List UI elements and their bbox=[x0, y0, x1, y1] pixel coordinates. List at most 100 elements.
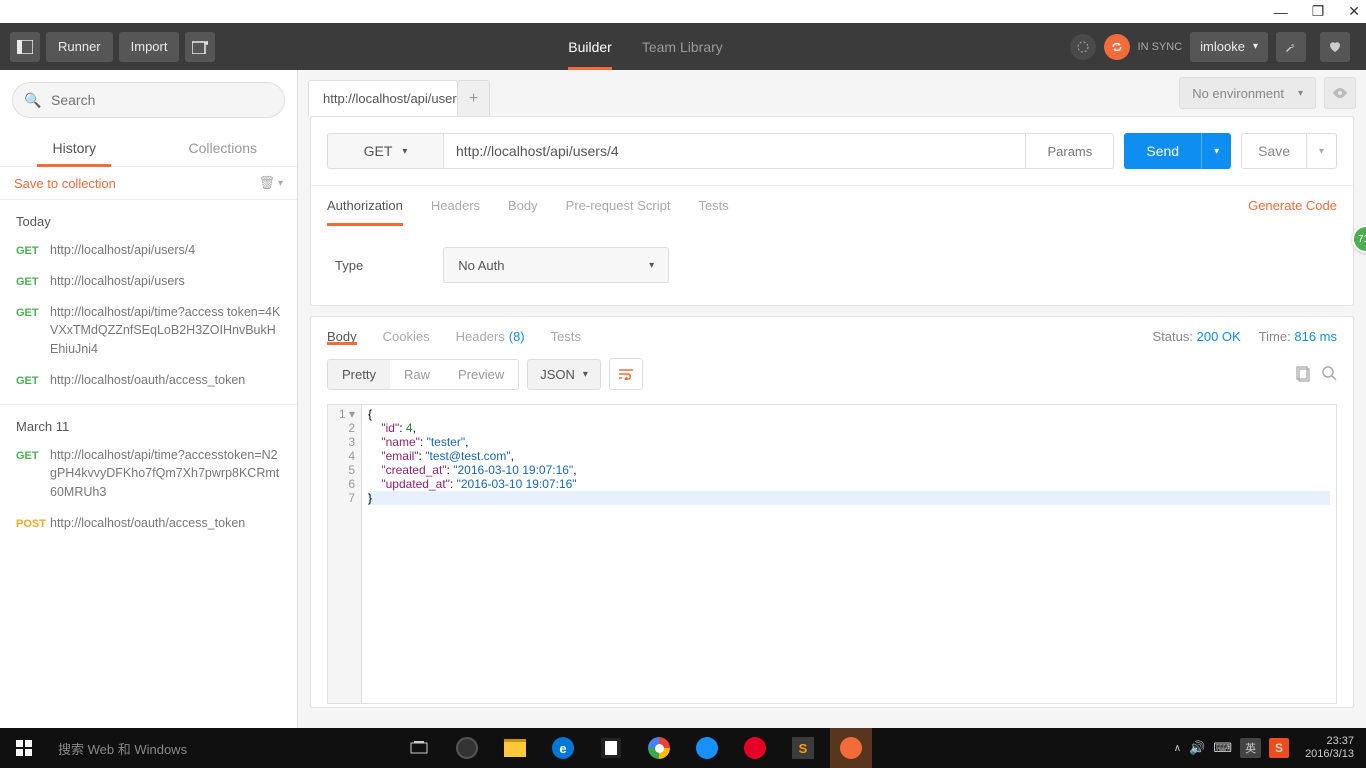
eye-icon bbox=[1332, 87, 1348, 99]
subtab-body[interactable]: Body bbox=[508, 186, 538, 225]
tray-show-hidden[interactable]: ∧ bbox=[1174, 743, 1181, 754]
search-response-button[interactable] bbox=[1322, 366, 1337, 382]
save-button[interactable]: Save bbox=[1241, 133, 1307, 169]
history-item[interactable]: GEThttp://localhost/api/users bbox=[0, 266, 297, 297]
subtab-prerequest[interactable]: Pre-request Script bbox=[566, 186, 671, 225]
auth-type-label: Type bbox=[335, 258, 363, 273]
params-button[interactable]: Params bbox=[1026, 133, 1114, 169]
task-view-button[interactable] bbox=[398, 728, 440, 768]
minimize-button[interactable]: — bbox=[1274, 4, 1288, 20]
save-dropdown[interactable]: ▾ bbox=[1307, 133, 1337, 169]
history-item[interactable]: GEThttp://localhost/api/time?accesstoken… bbox=[0, 440, 297, 508]
send-dropdown[interactable]: ▾ bbox=[1201, 133, 1231, 169]
generate-code-link[interactable]: Generate Code bbox=[1248, 198, 1337, 213]
new-window-button[interactable] bbox=[185, 32, 215, 62]
interceptor-icon[interactable] bbox=[1070, 34, 1096, 60]
subtab-authorization[interactable]: Authorization bbox=[327, 186, 403, 225]
clear-history[interactable]: 🗑▾ bbox=[258, 175, 283, 191]
taskview-icon bbox=[410, 741, 428, 755]
headers-count: (8) bbox=[509, 329, 525, 344]
taskbar-app[interactable] bbox=[734, 728, 776, 768]
line-gutter: 1 ▾234567 bbox=[328, 405, 362, 703]
sogou-ime-icon[interactable]: S bbox=[1269, 738, 1289, 758]
chevron-down-icon: ▾ bbox=[1214, 146, 1219, 157]
taskbar-app[interactable] bbox=[446, 728, 488, 768]
copy-response-button[interactable] bbox=[1296, 366, 1310, 382]
taskbar-app[interactable] bbox=[494, 728, 536, 768]
taskbar-app-active[interactable] bbox=[830, 728, 872, 768]
taskbar-app[interactable]: e bbox=[542, 728, 584, 768]
settings-button[interactable] bbox=[1276, 32, 1306, 62]
sync-status: IN SYNC bbox=[1138, 41, 1183, 53]
copy-icon bbox=[1296, 366, 1310, 382]
send-button[interactable]: Send bbox=[1124, 133, 1201, 169]
maximize-button[interactable]: ❐ bbox=[1312, 3, 1325, 20]
wrench-icon bbox=[1284, 40, 1298, 54]
toggle-sidebar-button[interactable] bbox=[10, 32, 40, 62]
search-icon bbox=[1322, 366, 1337, 381]
resp-tab-body[interactable]: Body bbox=[327, 329, 357, 344]
resp-tab-headers[interactable]: Headers (8) bbox=[456, 329, 525, 344]
plus-icon: + bbox=[469, 90, 478, 108]
wrap-lines-button[interactable] bbox=[609, 358, 643, 390]
taskbar-app[interactable] bbox=[590, 728, 632, 768]
add-tab-button[interactable]: + bbox=[458, 80, 490, 116]
sidebar-tab-history[interactable]: History bbox=[0, 130, 149, 166]
history-section-label: March 11 bbox=[0, 404, 297, 440]
taskbar-app[interactable] bbox=[686, 728, 728, 768]
windows-icon bbox=[16, 740, 32, 756]
request-area: http://localhost/api/user + No environme… bbox=[298, 70, 1366, 728]
user-menu[interactable]: imlooke▾ bbox=[1190, 32, 1268, 62]
url-input[interactable] bbox=[443, 133, 1026, 169]
search-icon: 🔍 bbox=[24, 92, 41, 109]
heart-button[interactable] bbox=[1320, 32, 1350, 62]
tray-keyboard-icon[interactable]: ⌨ bbox=[1213, 740, 1232, 756]
response-body[interactable]: 1 ▾234567 { "id": 4, "name": "tester", "… bbox=[327, 404, 1337, 704]
chevron-down-icon: ▾ bbox=[583, 369, 588, 380]
taskbar-clock[interactable]: 23:37 2016/3/13 bbox=[1297, 735, 1362, 761]
history-section-label: Today bbox=[0, 200, 297, 235]
save-to-collection[interactable]: Save to collection bbox=[14, 176, 116, 191]
start-button[interactable] bbox=[0, 728, 48, 768]
ime-indicator[interactable]: 英 bbox=[1240, 738, 1261, 758]
view-raw[interactable]: Raw bbox=[390, 360, 444, 389]
status-label: Status: 200 OK bbox=[1153, 329, 1241, 344]
import-button[interactable]: Import bbox=[119, 32, 180, 62]
history-item[interactable]: GEThttp://localhost/oauth/access_token bbox=[0, 365, 297, 396]
subtab-tests[interactable]: Tests bbox=[698, 186, 728, 225]
window-controls: — ❐ ✕ bbox=[0, 0, 1366, 23]
search-input[interactable] bbox=[12, 82, 285, 118]
close-button[interactable]: ✕ bbox=[1348, 3, 1360, 20]
history-item[interactable]: GEThttp://localhost/api/users/4 bbox=[0, 235, 297, 266]
view-mode-group: Pretty Raw Preview bbox=[327, 359, 519, 390]
wrap-icon bbox=[618, 368, 634, 380]
taskbar-app[interactable] bbox=[638, 728, 680, 768]
history-item[interactable]: POSThttp://localhost/oauth/access_token bbox=[0, 508, 297, 539]
tray-volume-icon[interactable]: 🔊 bbox=[1189, 740, 1205, 756]
sync-icon[interactable] bbox=[1104, 34, 1130, 60]
sidebar-tab-collections[interactable]: Collections bbox=[149, 130, 298, 166]
chevron-down-icon: ▾ bbox=[1298, 88, 1303, 99]
subtab-headers[interactable]: Headers bbox=[431, 186, 480, 225]
history-item[interactable]: GEThttp://localhost/api/time?access toke… bbox=[0, 297, 297, 365]
view-preview[interactable]: Preview bbox=[444, 360, 518, 389]
tab-builder[interactable]: Builder bbox=[568, 23, 612, 70]
heart-icon bbox=[1328, 40, 1342, 54]
request-tab[interactable]: http://localhost/api/user bbox=[308, 80, 458, 116]
auth-type-select[interactable]: No Auth▾ bbox=[443, 247, 669, 283]
status-value: 200 OK bbox=[1197, 329, 1241, 344]
environment-preview[interactable] bbox=[1324, 77, 1356, 109]
tab-team-library[interactable]: Team Library bbox=[642, 23, 723, 70]
runner-button[interactable]: Runner bbox=[46, 32, 113, 62]
taskbar-app[interactable]: S bbox=[782, 728, 824, 768]
method-select[interactable]: GET▾ bbox=[327, 133, 443, 169]
panel-icon bbox=[17, 40, 33, 54]
taskbar-search[interactable]: 搜索 Web 和 Windows bbox=[48, 739, 388, 758]
app-topbar: Runner Import Builder Team Library IN SY… bbox=[0, 23, 1366, 70]
environment-select[interactable]: No environment▾ bbox=[1179, 77, 1316, 109]
resp-tab-cookies[interactable]: Cookies bbox=[383, 329, 430, 344]
view-pretty[interactable]: Pretty bbox=[328, 360, 390, 389]
resp-tab-tests[interactable]: Tests bbox=[551, 329, 581, 344]
format-select[interactable]: JSON▾ bbox=[527, 359, 601, 390]
time-value: 816 ms bbox=[1294, 329, 1337, 344]
